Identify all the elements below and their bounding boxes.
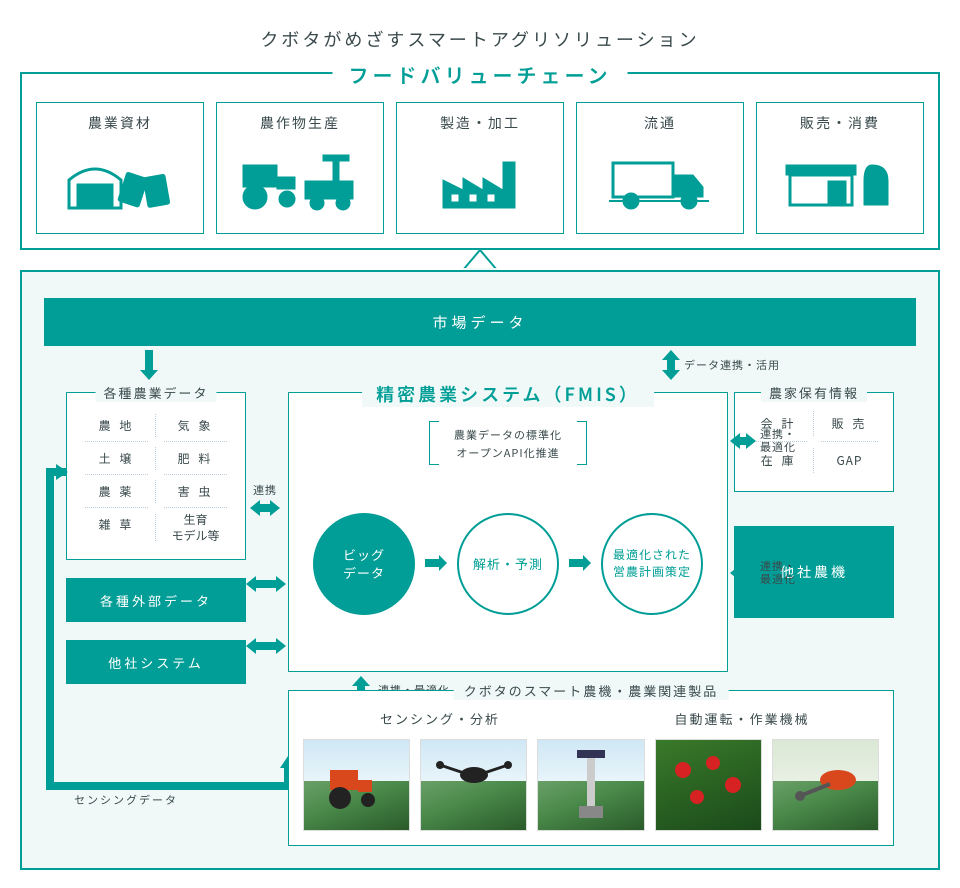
- kubota-products-row: [303, 739, 879, 831]
- fmis-note-line: 農業データの標準化: [454, 427, 562, 443]
- fc-label: 流通: [644, 113, 676, 133]
- market-data-label: 市場データ: [432, 312, 527, 333]
- kubota-products-title: クボタのスマート農機・農業関連製品: [454, 681, 729, 700]
- fc-card-materials: 農業資材: [36, 102, 204, 234]
- circle-analysis: 解析・予測: [457, 513, 559, 615]
- arrow-right-icon: [425, 552, 447, 576]
- kp-img-sprayer: [772, 739, 879, 831]
- fc-card-truck: 流通: [576, 102, 744, 234]
- fmis-note-line: オープンAPI化推進: [456, 445, 559, 461]
- ad-cell: 気 象: [156, 409, 235, 442]
- diagram-root: クボタがめざすスマートアグリソリューション フードバリューチェーン 農業資材 農…: [0, 0, 960, 888]
- arrow-data-link: データ連携・活用: [662, 350, 780, 380]
- kp-img-sensor: [537, 739, 644, 831]
- truck-icon: [577, 133, 743, 233]
- kp-img-crops: [655, 739, 762, 831]
- food-chain-title: フードバリューチェーン: [333, 60, 628, 89]
- fi-cell: GAP: [814, 442, 885, 479]
- fc-card-retail: 販売・消費: [756, 102, 924, 234]
- bracket-icon: [577, 421, 587, 465]
- ad-cell: 農 地: [77, 409, 156, 442]
- fmis-circles: ビッグ データ 解析・予測 最適化された 営農計画策定: [289, 513, 727, 615]
- kubota-products-subtitles: センシング・分析 自動運転・作業機械: [289, 709, 893, 728]
- arrow-label: データ連携・活用: [684, 357, 780, 373]
- kp-sub-sensing: センシング・分析: [289, 709, 591, 728]
- ad-cell: 土 壌: [77, 442, 156, 475]
- arrow-link-opt-r1: 連携・ 最適化: [730, 428, 796, 454]
- circle-bigdata: ビッグ データ: [313, 513, 415, 615]
- arrow-label: 連携・ 最適化: [760, 428, 796, 454]
- fc-label: 販売・消費: [800, 113, 880, 133]
- bracket-icon: [429, 421, 439, 465]
- sensing-path-icon: [42, 472, 292, 802]
- fc-label: 製造・加工: [440, 113, 520, 133]
- farmer-info-title: 農家保有情報: [761, 383, 867, 402]
- circle-plan: 最適化された 営農計画策定: [601, 513, 703, 615]
- kp-img-tractor: [303, 739, 410, 831]
- arrow-label: 連携・ 最適化: [760, 560, 796, 586]
- fi-cell: 販 売: [814, 405, 885, 442]
- agri-data-title: 各種農業データ: [95, 383, 216, 402]
- food-chain-panel: フードバリューチェーン 農業資材 農作物生産: [20, 72, 940, 250]
- fc-label: 農作物生産: [260, 113, 340, 133]
- fmis-note: 農業データの標準化 オープンAPI化推進: [454, 427, 562, 462]
- factory-icon: [397, 133, 563, 233]
- kp-img-drone: [420, 739, 527, 831]
- fmis-box: 精密農業システム（FMIS） 農業データの標準化 オープンAPI化推進 ビッグ …: [288, 392, 728, 672]
- arrow-down-icon: [140, 350, 158, 380]
- panel-connector-icon: [463, 250, 497, 270]
- fc-card-production: 農作物生産: [216, 102, 384, 234]
- page-title: クボタがめざすスマートアグリソリューション: [0, 26, 960, 52]
- fc-card-factory: 製造・加工: [396, 102, 564, 234]
- market-data-bar: 市場データ: [44, 298, 916, 346]
- ad-cell: 肥 料: [156, 442, 235, 475]
- kubota-products-box: クボタのスマート農機・農業関連製品 センシング・分析 自動運転・作業機械: [288, 690, 894, 846]
- arrow-link-opt-r2: 連携・ 最適化: [730, 560, 796, 586]
- warehouse-icon: [37, 133, 203, 233]
- store-icon: [757, 133, 923, 233]
- kp-sub-auto: 自動運転・作業機械: [591, 709, 893, 728]
- arrow-right-icon: [569, 552, 591, 576]
- main-panel: 市場データ データ連携・活用 各種農業データ 農 地 気 象 土 壌 肥 料 農…: [20, 270, 940, 870]
- fc-label: 農業資材: [88, 113, 152, 133]
- tractor-icon: [217, 133, 383, 233]
- food-chain-row: 農業資材 農作物生産: [36, 102, 924, 234]
- sensing-label: センシングデータ: [74, 792, 178, 808]
- fmis-title: 精密農業システム（FMIS）: [362, 381, 654, 407]
